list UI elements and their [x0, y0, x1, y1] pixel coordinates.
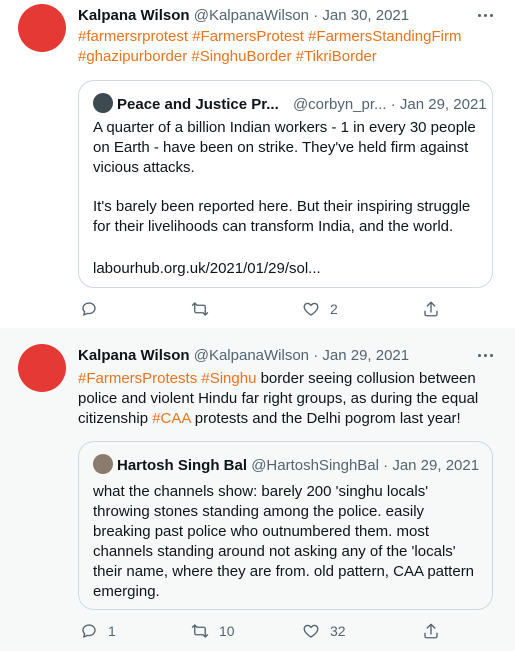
quoted-avatar	[93, 93, 113, 113]
more-icon[interactable]	[476, 6, 496, 26]
reply-icon	[82, 302, 96, 316]
share-button[interactable]	[422, 622, 440, 640]
tweet-header: Kalpana Wilson @KalpanaWilson · Jan 29, …	[78, 347, 410, 364]
retweet-icon	[191, 302, 209, 316]
quoted-tweet[interactable]: Peace and Justice Pr... @corbyn_pr... · …	[78, 80, 493, 288]
like-count: 2	[330, 301, 338, 317]
retweet-count: 10	[219, 623, 235, 639]
share-button[interactable]	[422, 300, 440, 318]
quoted-tweet[interactable]: Hartosh Singh Bal @HartoshSinghBal · Jan…	[78, 441, 493, 610]
tweet-text: #FarmersProtests #Singhu border seeing c…	[78, 369, 493, 429]
tweet-date[interactable]: Jan 29, 2021	[322, 347, 409, 364]
quoted-tweet-paragraph: A quarter of a billion Indian workers - …	[93, 119, 476, 176]
quoted-tweet-link[interactable]: labourhub.org.uk/2021/01/29/sol...	[93, 259, 478, 279]
author-handle[interactable]: @KalpanaWilson	[194, 7, 309, 24]
share-icon	[424, 301, 438, 317]
avatar[interactable]	[18, 4, 66, 52]
retweet-button[interactable]	[191, 300, 219, 318]
reply-button[interactable]: 1	[80, 622, 116, 640]
hashtag[interactable]: #FarmersProtests #Singhu	[78, 370, 256, 387]
quoted-tweet-header: Hartosh Singh Bal @HartoshSinghBal · Jan…	[93, 454, 479, 476]
more-icon[interactable]	[476, 346, 496, 366]
hashtag[interactable]: #CAA	[152, 410, 190, 427]
tweet[interactable]: Kalpana Wilson @KalpanaWilson · Jan 29, …	[0, 328, 515, 651]
quoted-author-handle: @corbyn_pr...	[292, 96, 387, 113]
tweet[interactable]: Kalpana Wilson @KalpanaWilson · Jan 30, …	[0, 0, 515, 329]
share-icon	[424, 623, 438, 639]
like-button[interactable]: 32	[302, 622, 346, 640]
like-button[interactable]: 2	[302, 300, 338, 318]
quoted-tweet-paragraph: what the channels show: barely 200 'sing…	[93, 483, 475, 600]
tweet-actions: 1 10 32	[78, 622, 498, 644]
hashtag-list[interactable]: #farmersrprotest #FarmersProtest #Farmer…	[78, 28, 461, 65]
tweet-header: Kalpana Wilson @KalpanaWilson · Jan 30, …	[78, 7, 410, 24]
retweet-icon	[191, 624, 209, 638]
tweet-text: #farmersrprotest #FarmersProtest #Farmer…	[78, 27, 493, 67]
reply-count: 1	[108, 623, 116, 639]
reply-button[interactable]	[80, 300, 108, 318]
avatar[interactable]	[18, 344, 66, 392]
quoted-avatar	[93, 454, 113, 474]
author-handle[interactable]: @KalpanaWilson	[194, 347, 309, 364]
author-name[interactable]: Kalpana Wilson	[78, 347, 190, 364]
quoted-author-name: Hartosh Singh Bal	[117, 457, 248, 474]
author-name[interactable]: Kalpana Wilson	[78, 7, 190, 24]
like-count: 32	[330, 623, 346, 639]
tweet-text-segment: protests and the Delhi pogrom last year!	[190, 410, 461, 427]
tweet-actions: 2	[78, 300, 498, 322]
tweet-date[interactable]: Jan 30, 2021	[322, 7, 409, 24]
quoted-tweet-paragraph: It's barely been reported here. But thei…	[93, 198, 471, 235]
quoted-tweet-date: Jan 29, 2021	[399, 96, 487, 113]
reply-icon	[82, 624, 96, 638]
retweet-button[interactable]: 10	[191, 622, 235, 640]
like-icon	[303, 624, 319, 638]
quoted-author-name: Peace and Justice Pr...	[117, 96, 279, 113]
quoted-tweet-date: Jan 29, 2021	[392, 457, 480, 474]
quoted-tweet-header: Peace and Justice Pr... @corbyn_pr... · …	[93, 93, 487, 115]
like-icon	[303, 302, 319, 316]
quoted-author-handle: @HartoshSinghBal	[251, 457, 379, 474]
